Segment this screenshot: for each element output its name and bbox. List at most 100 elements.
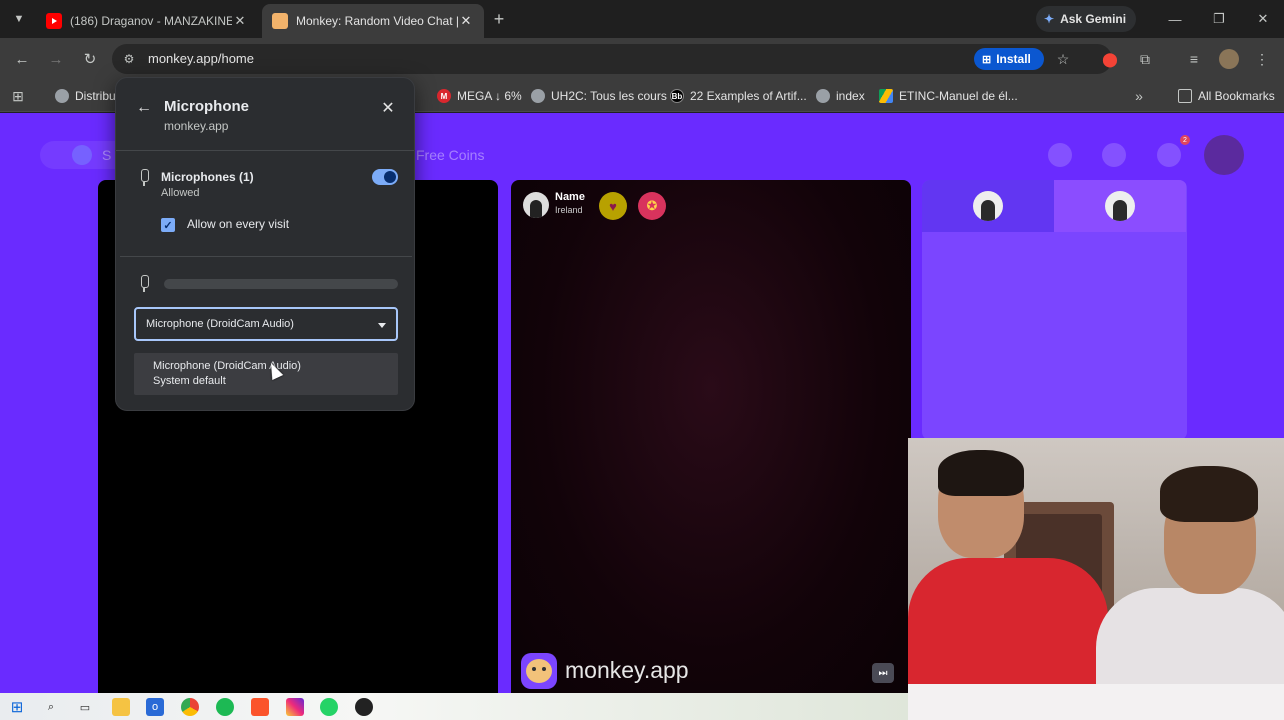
user-avatar[interactable] [1204, 135, 1244, 175]
history-clock-icon[interactable] [1102, 143, 1126, 167]
profile-avatar[interactable] [1217, 47, 1241, 71]
extension-shield-icon[interactable]: ⬤ [1098, 47, 1122, 71]
avatar [973, 191, 1003, 221]
popup-site: monkey.app [164, 119, 229, 133]
chat-bubble-icon[interactable] [1157, 143, 1181, 167]
mega-icon: M [437, 89, 451, 103]
selected-device: Microphone (DroidCam Audio) [146, 318, 294, 330]
device-option[interactable]: Microphone (DroidCam Audio) System defau… [134, 353, 398, 395]
apps-grid-icon[interactable]: ⊞ [6, 84, 30, 108]
youtube-icon [46, 13, 62, 29]
bookmark-label: UH2C: Tous les cours [551, 89, 667, 103]
dropdown-caret-icon [378, 323, 386, 328]
address-bar[interactable]: ⚙ monkey.app/home [112, 44, 1112, 74]
behance-icon: Bb [670, 89, 684, 103]
peer-avatar[interactable] [523, 192, 549, 218]
bookmark-mega[interactable]: M MEGA ↓ 6% [437, 86, 522, 106]
topbar-text: S [102, 147, 112, 163]
bookmark-index[interactable]: index [816, 86, 865, 106]
menu-kebab-icon[interactable]: ⋮ [1250, 47, 1274, 71]
bookmark-label: MEGA ↓ 6% [457, 89, 522, 103]
permission-status: Allowed [161, 187, 200, 199]
bookmark-star-icon[interactable]: ☆ [1051, 47, 1075, 71]
queue-tab-1[interactable] [922, 180, 1054, 232]
match-queue-panel [922, 180, 1187, 440]
back-arrow-icon[interactable]: ← [10, 47, 34, 71]
install-button[interactable]: ⊞ Install [974, 48, 1044, 70]
extensions-puzzle-icon[interactable]: ⧉ [1133, 47, 1157, 71]
forward-arrow-icon[interactable]: → [44, 47, 68, 71]
brave-icon[interactable] [251, 698, 269, 716]
site-settings-icon[interactable]: ⚙ [118, 48, 140, 70]
tab-title: (186) Draganov - MANZAKINE [70, 14, 232, 28]
bookmark-etinc[interactable]: ETINC-Manuel de él... [879, 86, 1018, 106]
tab-close-icon[interactable]: ✕ [232, 13, 248, 29]
spotify-icon[interactable] [216, 698, 234, 716]
task-view-icon[interactable]: ▭ [76, 698, 94, 716]
tab-search-chevron-icon[interactable]: ▼ [6, 6, 32, 32]
close-icon[interactable]: ✕ [378, 98, 398, 118]
free-coins-link[interactable]: Free Coins [416, 147, 484, 163]
gemini-sparkle-icon: ✦ [1044, 12, 1055, 26]
tab-youtube[interactable]: (186) Draganov - MANZAKINE ✕ [36, 4, 258, 38]
skip-next-icon[interactable]: ⏭ [872, 663, 894, 683]
microphone-permission-toggle[interactable] [372, 169, 398, 185]
microphone-device-select[interactable]: Microphone (DroidCam Audio) [134, 307, 398, 341]
bookmark-uh2c[interactable]: UH2C: Tous les cours [531, 86, 667, 106]
microphone-permission-popup: ← Microphone monkey.app ✕ Microphones (1… [115, 77, 415, 411]
bookmark-22-examples[interactable]: Bb 22 Examples of Artif... [670, 86, 807, 106]
allow-every-visit-checkbox[interactable]: ✓ [161, 218, 175, 232]
restore-icon[interactable]: ❐ [1208, 8, 1230, 30]
person-right-hair [1160, 466, 1258, 522]
media-queue-icon[interactable]: ≡ [1182, 47, 1206, 71]
chrome-icon[interactable] [181, 698, 199, 716]
instagram-icon[interactable] [286, 698, 304, 716]
minimize-icon[interactable]: — [1164, 8, 1186, 30]
queue-tab-2[interactable] [1054, 180, 1186, 232]
search-icon[interactable]: ⌕ [42, 698, 60, 716]
monkey-icon [272, 13, 288, 29]
bookmark-distribu[interactable]: Distribu [55, 86, 116, 106]
peer-country: Ireland [555, 205, 583, 215]
ask-gemini-button[interactable]: ✦ Ask Gemini [1036, 6, 1136, 32]
bookmark-label: ETINC-Manuel de él... [899, 89, 1018, 103]
windows-start-icon[interactable]: ⊞ [8, 698, 26, 716]
new-tab-button[interactable]: + [488, 8, 510, 30]
more-bookmarks-chevron-icon[interactable]: » [1127, 84, 1151, 108]
microphones-label: Microphones (1) [161, 170, 254, 184]
notification-badge: 2 [1180, 135, 1190, 145]
microphone-icon [137, 169, 151, 187]
option-subtitle: System default [153, 375, 226, 387]
report-badge-icon[interactable]: ✪ [638, 192, 666, 220]
divider [116, 150, 414, 151]
outlook-icon[interactable]: o [146, 698, 164, 716]
globe-icon [55, 89, 69, 103]
tab-title: Monkey: Random Video Chat | [296, 14, 458, 28]
heart-icon[interactable]: ♥ [599, 192, 627, 220]
globe-icon [531, 89, 545, 103]
tab-monkey[interactable]: Monkey: Random Video Chat | ✕ [262, 4, 484, 38]
ask-gemini-label: Ask Gemini [1060, 12, 1127, 26]
close-window-icon[interactable]: ✕ [1252, 8, 1274, 30]
mic-level-meter [164, 279, 398, 289]
all-bookmarks-button[interactable]: All Bookmarks [1178, 86, 1275, 106]
coin-icon[interactable] [1048, 143, 1072, 167]
bookmark-label: Distribu [75, 89, 116, 103]
avatar [1105, 191, 1135, 221]
file-explorer-icon[interactable] [112, 698, 130, 716]
person-left-hair [938, 450, 1024, 496]
allow-every-visit-label: Allow on every visit [187, 217, 290, 231]
obs-icon[interactable] [355, 698, 373, 716]
back-arrow-icon[interactable]: ← [134, 98, 154, 118]
keyboard [908, 684, 1284, 720]
shield-icon[interactable] [72, 145, 92, 165]
peer-name: Name [555, 191, 585, 203]
globe-icon [816, 89, 830, 103]
whatsapp-icon[interactable] [320, 698, 338, 716]
tab-close-icon[interactable]: ✕ [458, 13, 474, 29]
drive-icon [879, 89, 893, 103]
bookmark-label: index [836, 89, 865, 103]
browser-toolbar: ← → ↻ ⚙ monkey.app/home ⊞ Install ☆ ⬤ ⧉ … [0, 38, 1284, 80]
divider [120, 256, 412, 257]
reload-icon[interactable]: ↻ [78, 47, 102, 71]
